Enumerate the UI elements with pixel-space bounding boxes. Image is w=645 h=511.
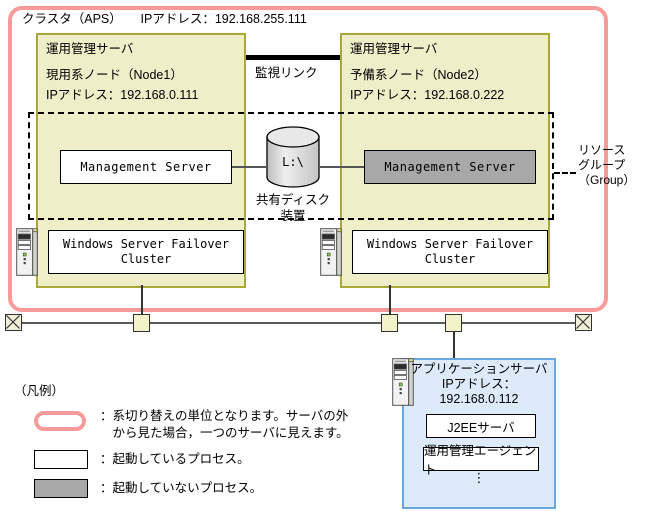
application-server-ip: 192.168.0.112 (439, 392, 519, 406)
shared-disk-caption-line2: 装置 (280, 209, 306, 223)
node2-title: 運用管理サーバ (350, 42, 438, 56)
application-server-title-line2: IPアドレス： (441, 377, 517, 391)
legend-title: （凡例） (14, 384, 65, 398)
legend-swatch-running-process (34, 450, 88, 469)
network-connector-appserver (445, 314, 462, 332)
wsfc-box-node2: Windows Server Failover Cluster (352, 230, 548, 274)
server-tower-icon-node1 (16, 228, 38, 281)
cluster-label: クラスタ（APS） IPアドレス：192.168.255.111 (22, 12, 307, 26)
legend-text-stopped-process: ：起動していないプロセス。 (100, 481, 263, 495)
wsfc-label-node1: Windows Server Failover Cluster (62, 237, 230, 266)
network-drop-node2 (389, 285, 391, 314)
resource-group-label-line3: （Group） (578, 173, 636, 187)
legend-text-failover-unit-line2: から見た場合，一つのサーバに見えます。 (100, 426, 349, 440)
application-server-continuation: ⋮ (472, 470, 486, 485)
legend-text-running-process: ：起動しているプロセス。 (100, 452, 250, 466)
network-drop-node1 (141, 285, 143, 314)
shared-disk-caption-line1: 共有ディスク (255, 193, 331, 207)
wsfc-box-node1: Windows Server Failover Cluster (48, 230, 244, 274)
legend-text-failover-unit-line1: ：系切り替えの単位となります。サーバの外 (100, 409, 349, 423)
management-agent-process: 運用管理エージェント (423, 444, 539, 477)
node1-title: 運用管理サーバ (46, 42, 134, 56)
legend-swatch-stopped-process (34, 479, 88, 498)
bus-terminator-right-icon (575, 314, 592, 331)
resource-group-leader-line (554, 172, 576, 174)
shared-disk-drive-label: L:\ (282, 155, 304, 169)
wsfc-label-node2: Windows Server Failover Cluster (366, 237, 534, 266)
resource-group-label-line2: グループ (578, 158, 626, 172)
node1-role: 現用系ノード（Node1） (46, 68, 183, 82)
server-tower-icon-node2 (320, 228, 342, 281)
bus-terminator-left-icon (5, 314, 22, 331)
legend-text-failover-unit: ：系切り替えの単位となります。サーバの外 から見た場合，一つのサーバに見えます。 (100, 408, 349, 442)
resource-group-label-line1: リソース (578, 143, 626, 157)
application-server-title-line1: アプリケーションサーバ (410, 362, 548, 376)
network-connector-node2 (381, 314, 398, 332)
monitoring-link-label: 監視リンク (255, 66, 318, 80)
network-connector-node1 (133, 314, 150, 332)
node1-ip: IPアドレス：192.168.0.111 (46, 88, 199, 102)
management-server-process-node1: Management Server (60, 150, 232, 184)
disk-link-left (232, 166, 266, 168)
management-server-process-node2: Management Server (364, 150, 536, 184)
node2-role: 予備系ノード（Node2） (350, 68, 487, 82)
node2-ip: IPアドレス：192.168.0.222 (350, 88, 505, 102)
resource-group-label: リソース グループ （Group） (578, 143, 635, 188)
monitoring-link-line (246, 55, 340, 60)
shared-disk-caption: 共有ディスク 装置 (250, 192, 336, 224)
network-bus-line (14, 322, 582, 324)
application-server-title: アプリケーションサーバ IPアドレス： 192.168.0.112 (404, 362, 554, 407)
disk-link-right (320, 166, 364, 168)
legend-swatch-failover-unit (34, 411, 86, 431)
j2ee-server-process: J2EEサーバ (426, 414, 536, 438)
